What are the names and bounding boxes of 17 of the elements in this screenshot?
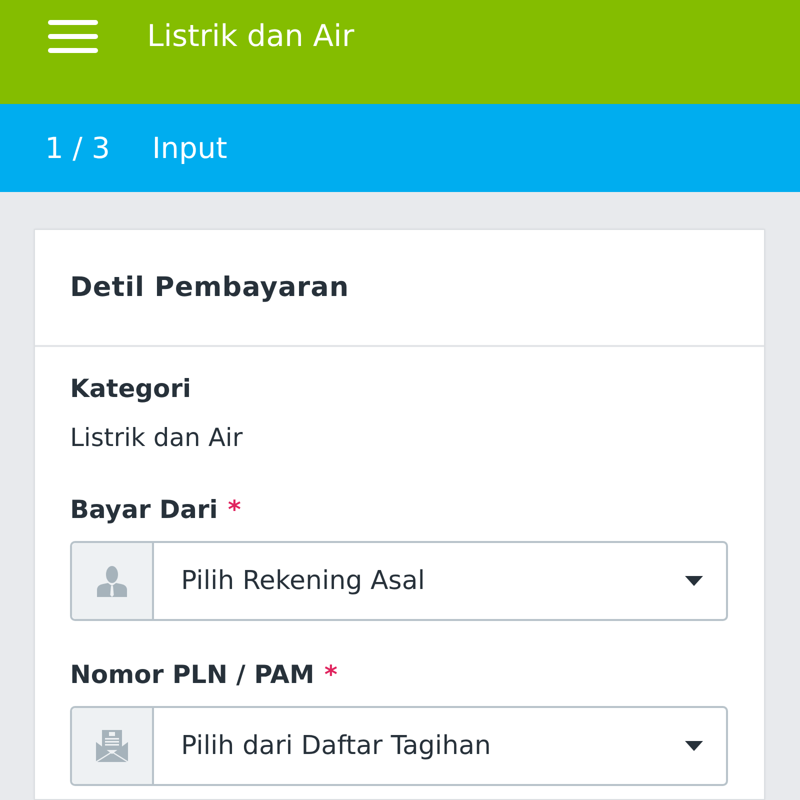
- step-label: Input: [152, 131, 228, 165]
- field-label: Nomor PLN / PAM: [70, 659, 314, 691]
- person-icon: [97, 566, 127, 596]
- caret-icon: [685, 741, 703, 751]
- required-asterisk: *: [228, 494, 241, 526]
- card-title: Detil Pembayaran: [70, 272, 350, 303]
- field-value: Listrik dan Air: [70, 422, 244, 454]
- envelope-letter-icon: [96, 730, 128, 762]
- step-counter: 1 / 3: [45, 131, 110, 165]
- page-title: Listrik dan Air: [147, 18, 354, 56]
- caret-icon: [685, 576, 703, 586]
- menu-icon[interactable]: [48, 20, 98, 54]
- dropdown-field[interactable]: Pilih Rekening Asal: [70, 541, 728, 621]
- field-label: Kategori: [70, 373, 192, 405]
- field-label: Bayar Dari: [70, 494, 218, 526]
- dropdown-field[interactable]: Pilih dari Daftar Tagihan: [70, 706, 728, 786]
- required-asterisk: *: [324, 659, 338, 691]
